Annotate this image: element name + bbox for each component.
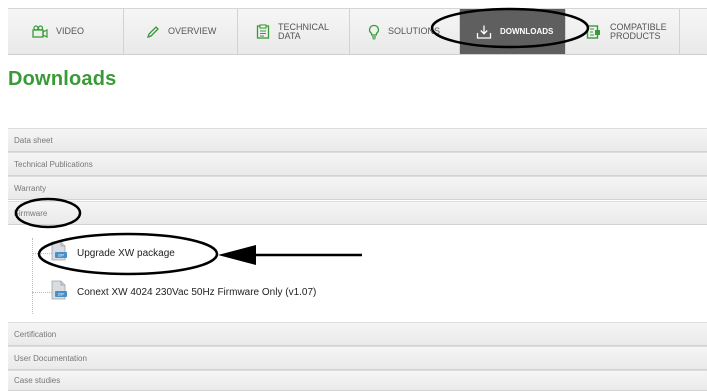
- section-certification-label: Certification: [14, 329, 57, 339]
- section-case-studies-label: Case studies: [14, 376, 61, 385]
- section-warranty[interactable]: Warranty: [8, 176, 707, 200]
- tab-overview-label: OVERVIEW: [168, 26, 217, 36]
- section-firmware-label: Firmware: [14, 208, 48, 218]
- page-title: Downloads: [8, 68, 117, 90]
- zip-file-icon: ZIP: [50, 280, 68, 305]
- tab-downloads-label: DOWNLOADS: [500, 27, 554, 36]
- lightbulb-icon: [368, 24, 380, 40]
- firmware-panel: ZIP Upgrade XW package ZIP Conext XW 402…: [8, 226, 707, 322]
- product-tab-bar: VIDEO OVERVIEW TECHNICAL DATA SOLUTIONS …: [8, 8, 707, 55]
- section-data-sheet[interactable]: Data sheet: [8, 128, 707, 152]
- tab-solutions[interactable]: SOLUTIONS: [350, 9, 460, 54]
- tab-technical-data[interactable]: TECHNICAL DATA: [238, 9, 350, 54]
- puzzle-icon: [586, 24, 602, 40]
- firmware-file-label: Conext XW 4024 230Vac 50Hz Firmware Only…: [77, 286, 317, 298]
- tab-downloads[interactable]: DOWNLOADS: [460, 9, 566, 54]
- firmware-file-upgrade-xw[interactable]: ZIP Upgrade XW package: [32, 239, 175, 267]
- firmware-file-label: Upgrade XW package: [77, 247, 175, 259]
- section-user-documentation[interactable]: User Documentation: [8, 346, 707, 370]
- video-camera-icon: [32, 24, 48, 39]
- section-technical-publications-label: Technical Publications: [14, 159, 93, 169]
- firmware-file-conext-xw[interactable]: ZIP Conext XW 4024 230Vac 50Hz Firmware …: [32, 278, 316, 306]
- download-tray-icon: [476, 24, 492, 40]
- pencil-icon: [146, 25, 160, 39]
- zip-file-icon: ZIP: [50, 241, 68, 266]
- tab-overview[interactable]: OVERVIEW: [124, 9, 238, 54]
- section-certification[interactable]: Certification: [8, 322, 707, 346]
- tab-solutions-label: SOLUTIONS: [388, 26, 441, 36]
- svg-text:ZIP: ZIP: [58, 291, 65, 296]
- tab-video[interactable]: VIDEO: [8, 9, 124, 54]
- document-spec-icon: [256, 23, 270, 40]
- section-warranty-label: Warranty: [14, 183, 47, 193]
- section-user-documentation-label: User Documentation: [14, 353, 87, 363]
- tab-video-label: VIDEO: [56, 26, 85, 36]
- section-data-sheet-label: Data sheet: [14, 135, 53, 145]
- section-technical-publications[interactable]: Technical Publications: [8, 152, 707, 176]
- tab-compatible-products-label: COMPATIBLE PRODUCTS: [610, 21, 667, 41]
- svg-text:ZIP: ZIP: [58, 252, 65, 257]
- tab-compatible-products[interactable]: COMPATIBLE PRODUCTS: [566, 9, 680, 54]
- section-firmware[interactable]: Firmware: [8, 201, 707, 225]
- section-case-studies[interactable]: Case studies: [8, 370, 707, 391]
- tab-technical-data-label: TECHNICAL DATA: [278, 21, 330, 41]
